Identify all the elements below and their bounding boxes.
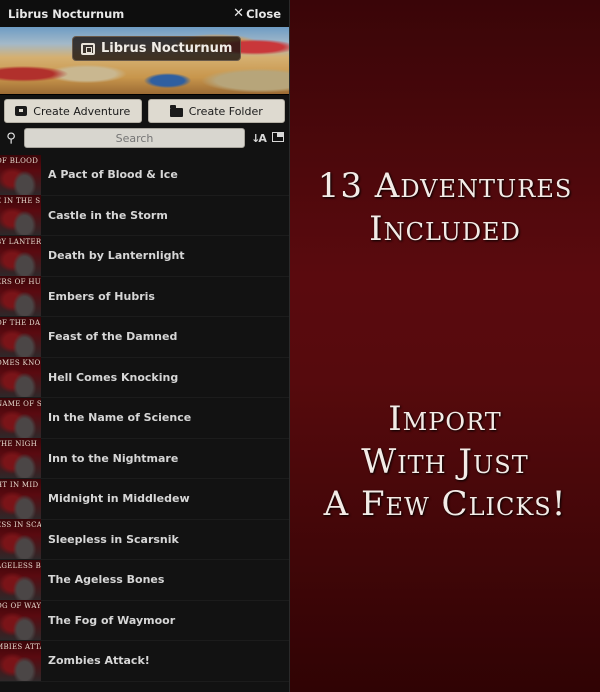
cover-title-text: E IN THE S — [0, 197, 41, 206]
adventure-list-item[interactable]: OF THE DA Feast of the Damned — [0, 316, 289, 358]
adventure-list-item[interactable]: ERS OF HU Embers of Hubris — [0, 276, 289, 317]
promo-heading-adventures: 13 Adventures Included — [318, 165, 573, 250]
adventure-list-item[interactable]: MBIES ATTA Zombies Attack! — [0, 640, 289, 682]
cover-title-text: OG OF WAY — [0, 602, 41, 611]
cover-title-text: ERS OF HU — [0, 278, 41, 287]
collapse-folders-button[interactable] — [271, 131, 285, 145]
folder-icon — [169, 104, 183, 117]
adventure-list-item[interactable]: BY LANTER Death by Lanternlight — [0, 235, 289, 277]
adventure-title: Inn to the Nightmare — [48, 451, 179, 465]
promo-heading-import: Import With Just A Few Clicks! — [324, 398, 567, 526]
promo-line: Included — [369, 208, 521, 249]
banner-label: Librus Nocturnum — [72, 36, 242, 61]
adventure-list: OF BLOOD A Pact of Blood & Ice E IN THE S C… — [0, 154, 289, 682]
adventure-list-item[interactable]: OG OF WAY The Fog of Waymoor — [0, 600, 289, 641]
adventure-list-item[interactable]: OF BLOOD A Pact of Blood & Ice — [0, 154, 289, 196]
adventure-cover-thumbnail: THE NIGH — [0, 438, 41, 479]
adventure-list-item[interactable]: HT IN MID Midnight in Middledew — [0, 478, 289, 520]
create-adventure-label: Create Adventure — [33, 104, 131, 118]
cover-title-text: HT IN MID — [0, 480, 39, 489]
treasure-chest-icon — [81, 42, 95, 55]
cover-title-text: ESS IN SCA — [0, 521, 41, 530]
adventure-cover-thumbnail: E IN THE S — [0, 195, 41, 236]
adventure-list-item[interactable]: ESS IN SCA Sleepless in Scarsnik — [0, 519, 289, 560]
cover-title-text: OMES KNO — [0, 359, 41, 368]
compendium-banner: Librus Nocturnum — [0, 27, 289, 95]
cover-title-text: NAME OF S — [0, 399, 41, 408]
adventure-list-item[interactable]: NAME OF S In the Name of Science — [0, 397, 289, 439]
create-folder-button[interactable]: Create Folder — [147, 99, 285, 123]
window-title: Librus Nocturnum — [8, 6, 125, 21]
adventure-cover-thumbnail: OF BLOOD — [0, 154, 41, 195]
cover-title-text: MBIES ATTA — [0, 642, 41, 651]
cover-title-text: OF BLOOD — [0, 156, 39, 165]
window-titlebar: Librus Nocturnum ✕ Close — [0, 0, 289, 27]
adventure-cover-thumbnail: HT IN MID — [0, 478, 41, 519]
adventure-title: Zombies Attack! — [48, 654, 150, 668]
cover-title-text: BY LANTER — [0, 237, 41, 246]
close-label: Close — [246, 6, 281, 21]
adventure-sidebar: Librus Nocturnum ✕ Close Librus Nocturnu… — [0, 0, 290, 692]
banner-title: Librus Nocturnum — [101, 41, 233, 56]
adventure-list-item[interactable]: AGELESS B The Ageless Bones — [0, 559, 289, 601]
adventure-title: In the Name of Science — [48, 411, 192, 425]
promo-line: A Few Clicks! — [323, 484, 567, 524]
adventure-cover-thumbnail: ERS OF HU — [0, 276, 41, 317]
cover-title-text: AGELESS B — [0, 561, 41, 570]
adventure-cover-thumbnail: BY LANTER — [0, 235, 41, 276]
adventure-title: The Ageless Bones — [48, 573, 165, 587]
close-button[interactable]: ✕ Close — [233, 6, 281, 21]
cover-title-text: THE NIGH — [0, 440, 38, 449]
close-icon: ✕ — [233, 6, 245, 21]
adventure-title: Hell Comes Knocking — [48, 370, 179, 384]
search-input[interactable] — [24, 128, 245, 148]
promo-line: Import — [388, 399, 502, 439]
adventure-title: A Pact of Blood & Ice — [48, 168, 178, 182]
adventure-cover-thumbnail: OF THE DA — [0, 316, 41, 357]
adventure-title: Castle in the Storm — [48, 208, 168, 222]
adventure-title: Midnight in Middledew — [48, 492, 190, 506]
adventure-cover-thumbnail: ESS IN SCA — [0, 519, 41, 560]
adventure-title: The Fog of Waymoor — [48, 613, 176, 627]
adventure-list-item[interactable]: THE NIGH Inn to the Nightmare — [0, 438, 289, 479]
promo-line: 13 Adventures — [317, 166, 573, 206]
adventure-cover-thumbnail: AGELESS B — [0, 559, 41, 600]
adventure-list-item[interactable]: OMES KNO Hell Comes Knocking — [0, 357, 289, 398]
adventure-title: Embers of Hubris — [48, 289, 155, 303]
adventure-title: Sleepless in Scarsnik — [48, 532, 179, 546]
action-buttons: Create Adventure Create Folder — [0, 95, 289, 123]
collapse-folders-icon — [272, 131, 284, 142]
adventure-cover-thumbnail: MBIES ATTA — [0, 640, 41, 681]
adventure-list-item[interactable]: E IN THE S Castle in the Storm — [0, 195, 289, 236]
adventure-title: Death by Lanternlight — [48, 249, 185, 263]
adventure-cover-thumbnail: OMES KNO — [0, 357, 41, 398]
cover-title-text: OF THE DA — [0, 318, 41, 327]
adventure-cover-thumbnail: NAME OF S — [0, 397, 41, 438]
adventure-title: Feast of the Damned — [48, 330, 178, 344]
promo-line: With Just — [361, 441, 529, 482]
create-folder-label: Create Folder — [188, 104, 263, 118]
search-row: ⚲ ↓A — [0, 123, 289, 153]
treasure-chest-icon — [15, 106, 28, 116]
promo-panel: 13 Adventures Included Import With Just … — [290, 0, 600, 692]
search-icon: ⚲ — [6, 130, 16, 146]
adventure-cover-thumbnail: OG OF WAY — [0, 600, 41, 641]
sort-icon[interactable]: ↓A — [251, 132, 267, 145]
create-adventure-button[interactable]: Create Adventure — [4, 99, 142, 123]
